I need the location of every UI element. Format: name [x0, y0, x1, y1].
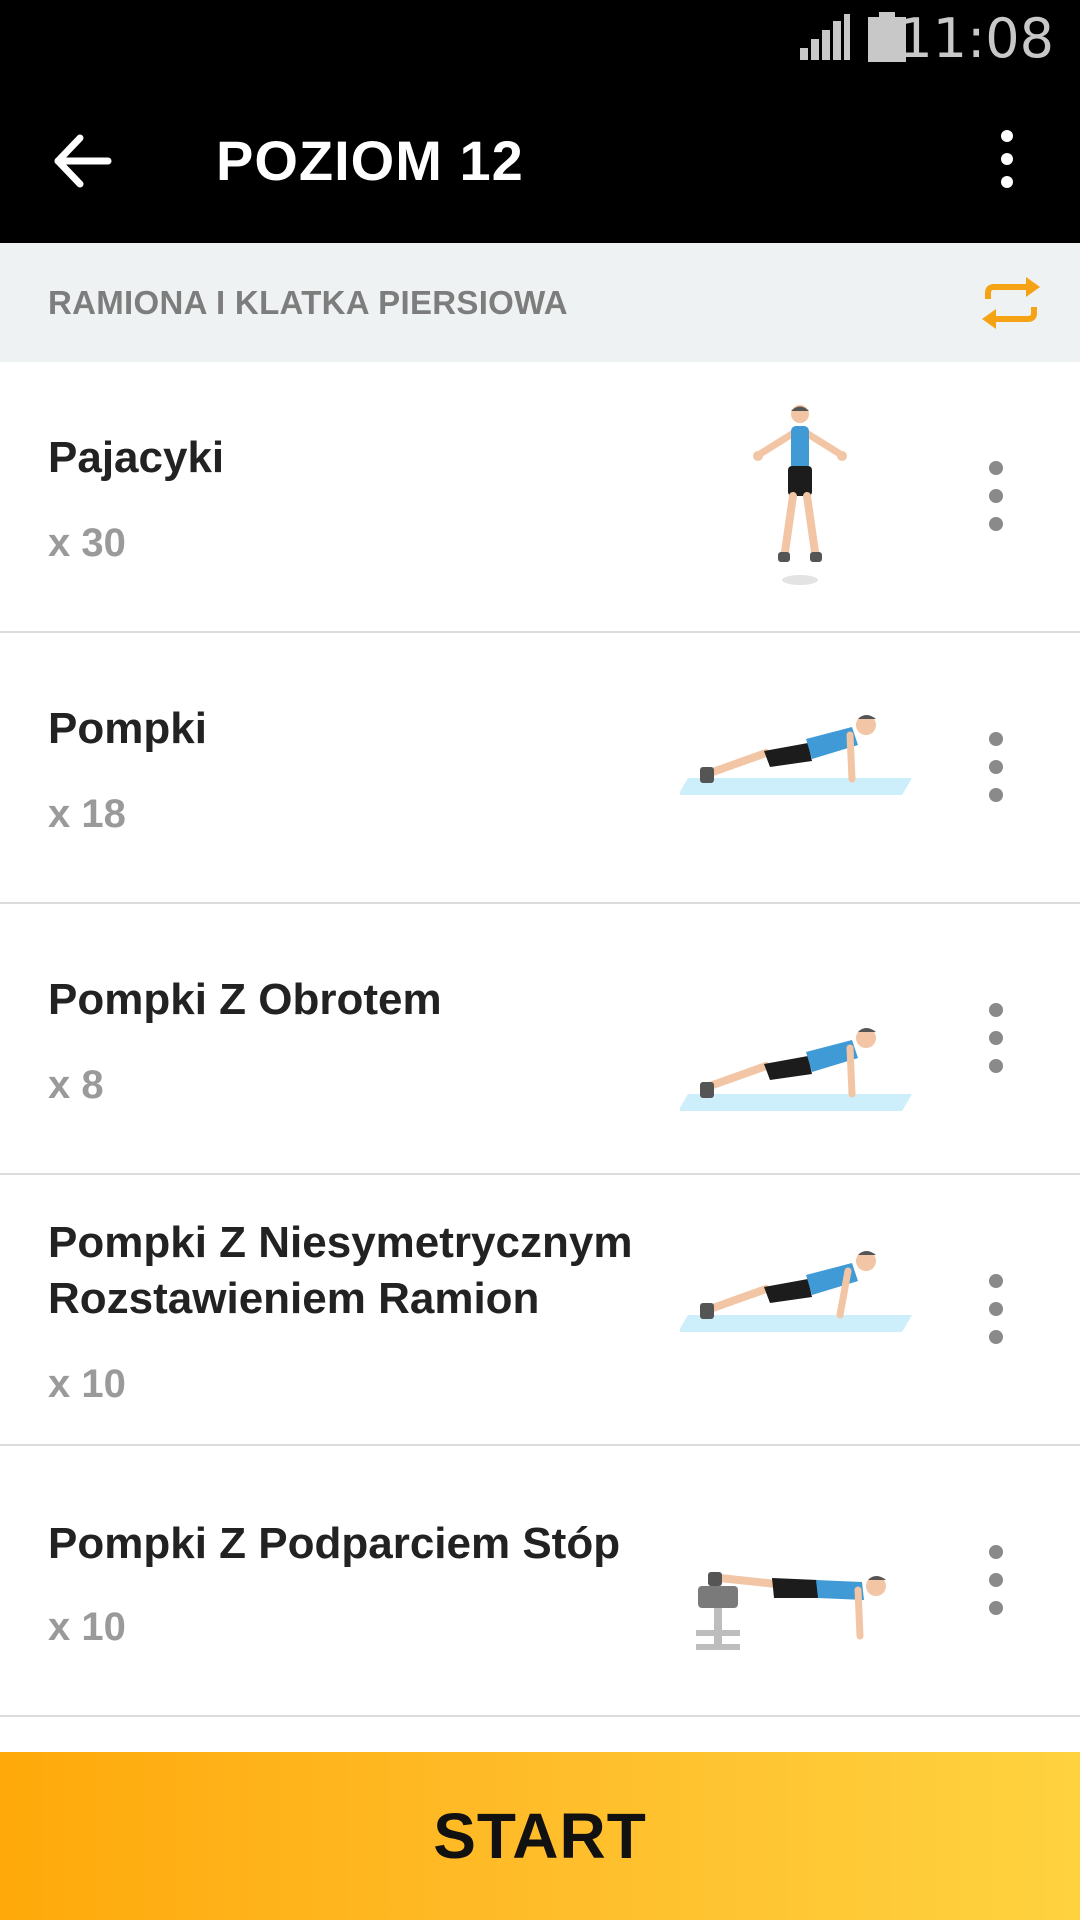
push-up-figure — [680, 1251, 912, 1332]
exercise-reps: x 10 — [48, 1605, 126, 1649]
start-button-label: START — [433, 1800, 647, 1872]
signal-icon — [800, 14, 850, 60]
section-title: RAMIONA I KLATKA PIERSIOWA — [48, 284, 568, 321]
toolbar: POZIOM 12 — [0, 78, 1080, 243]
exercise-reps: x 8 — [48, 1063, 104, 1107]
clock: 11:08 — [898, 7, 1054, 70]
exercise-reps: x 18 — [48, 792, 126, 836]
screen: 11:08 POZIOM 12 RAMIONA I KLATKA PIERSIO… — [0, 0, 1080, 1920]
push-up-figure — [680, 715, 912, 795]
exercise-name: Pompki — [48, 704, 207, 753]
exercise-row[interactable]: Pompki x 18 — [0, 633, 1080, 904]
exercise-name: Pompki Z Niesymetrycznym Rozstawieniem R… — [48, 1218, 633, 1323]
row-menu-icon[interactable] — [976, 448, 1016, 548]
row-menu-icon[interactable] — [976, 1261, 1016, 1361]
start-button[interactable]: START — [0, 1752, 1080, 1920]
exercise-row[interactable]: Pajacyki x 30 — [0, 362, 1080, 633]
exercise-row[interactable]: Pompki Z Podparciem Stóp x 10 — [0, 1446, 1080, 1717]
exercise-reps: x 10 — [48, 1362, 126, 1406]
exercise-row[interactable]: Pompki Z Niesymetrycznym Rozstawieniem R… — [0, 1175, 1080, 1446]
push-up-figure — [680, 1028, 912, 1111]
exercise-reps: x 30 — [48, 521, 126, 565]
exercise-name: Pompki Z Obrotem — [48, 975, 442, 1024]
row-menu-icon[interactable] — [976, 719, 1016, 819]
arrow-left-icon[interactable] — [48, 126, 118, 196]
jumping-jacks-figure — [753, 405, 847, 585]
decline-push-up-figure — [696, 1572, 886, 1650]
status-bar: 11:08 — [0, 0, 1080, 78]
repeat-icon[interactable] — [978, 273, 1044, 333]
exercise-list: Pajacyki x 30 Pompki x 18 Pompki Z Obrot… — [0, 362, 1080, 1717]
row-menu-icon[interactable] — [976, 1532, 1016, 1632]
row-menu-icon[interactable] — [976, 990, 1016, 1090]
page-title: POZIOM 12 — [216, 129, 524, 192]
more-vertical-icon[interactable] — [982, 124, 1032, 194]
exercise-name: Pajacyki — [48, 433, 225, 482]
exercise-name: Pompki Z Podparciem Stóp — [48, 1519, 621, 1568]
exercise-row[interactable]: Pompki Z Obrotem x 8 — [0, 904, 1080, 1175]
section-header: RAMIONA I KLATKA PIERSIOWA — [0, 243, 1080, 362]
